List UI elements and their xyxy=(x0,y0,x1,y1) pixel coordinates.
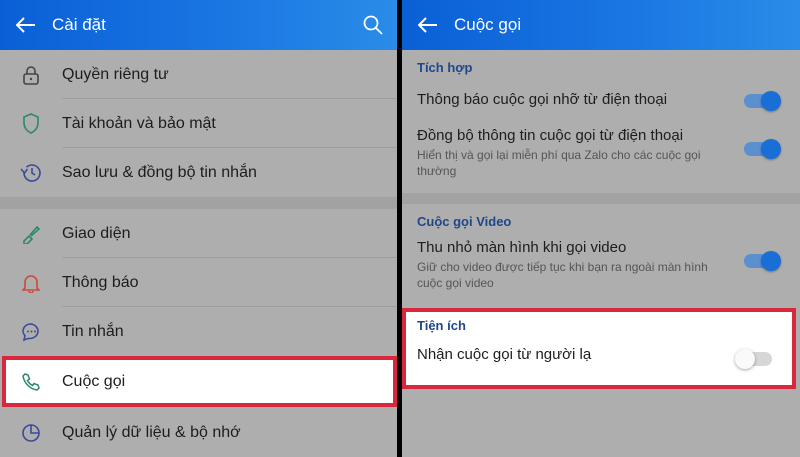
section-title: Cuộc gọi Video xyxy=(417,214,512,229)
setting-title: Đồng bộ thông tin cuộc gọi từ điện thoại xyxy=(417,127,684,144)
menu-item-appearance[interactable]: Giao diện xyxy=(0,209,397,258)
search-icon[interactable] xyxy=(349,0,397,50)
calls-settings-panel: Cuộc gọi Tích hợp Thông báo cuộc gọi nhỡ… xyxy=(402,0,800,457)
menu-item-backup-sync[interactable]: Sao lưu & đồng bộ tin nhắn xyxy=(0,148,397,197)
calls-appbar: Cuộc gọi xyxy=(402,0,800,50)
menu-item-data-storage[interactable]: Quản lý dữ liệu & bộ nhớ xyxy=(0,408,397,457)
setting-title: Nhận cuộc gọi từ người lạ xyxy=(417,346,592,363)
back-arrow-icon[interactable] xyxy=(0,0,52,50)
back-arrow-icon[interactable] xyxy=(402,0,454,50)
history-icon xyxy=(0,163,62,183)
menu-label: Sao lưu & đồng bộ tin nhắn xyxy=(62,163,257,181)
section-separator xyxy=(402,193,800,204)
section-title: Tích hợp xyxy=(417,60,473,75)
menu-item-calls[interactable]: Cuộc gọi xyxy=(0,356,397,408)
toggle-switch[interactable] xyxy=(735,349,772,369)
menu-item-account-security[interactable]: Tài khoản và bảo mật xyxy=(0,99,397,148)
group-separator xyxy=(0,197,397,209)
menu-item-notifications[interactable]: Thông báo xyxy=(0,258,397,307)
paintbrush-icon xyxy=(0,224,62,244)
toggle-switch[interactable] xyxy=(744,139,781,159)
menu-label: Tài khoản và bảo mật xyxy=(62,114,216,132)
settings-panel: Cài đặt Quyền riêng tư Tài khoản và bảo … xyxy=(0,0,397,457)
section-integration: Tích hợp Thông báo cuộc gọi nhỡ từ điện … xyxy=(402,50,800,193)
page-title: Cuộc gọi xyxy=(454,15,522,34)
setting-description: Hiển thị và gọi lại miễn phí qua Zalo ch… xyxy=(417,148,701,178)
toggle-knob xyxy=(761,251,781,271)
toggle-knob xyxy=(735,349,755,369)
menu-item-privacy[interactable]: Quyền riêng tư xyxy=(0,50,397,99)
section-utilities: Tiện ích Nhận cuộc gọi từ người lạ xyxy=(402,308,796,389)
menu-label: Thông báo xyxy=(62,273,139,291)
toggle-switch[interactable] xyxy=(744,251,781,271)
bell-icon xyxy=(0,273,62,293)
menu-label: Giao diện xyxy=(62,224,131,242)
setting-title: Thông báo cuộc gọi nhỡ từ điện thoại xyxy=(417,91,668,108)
section-title: Tiện ích xyxy=(417,318,466,333)
toggle-knob xyxy=(761,139,781,159)
setting-minimize-video: Thu nhỏ màn hình khi gọi video Giữ cho v… xyxy=(402,234,800,304)
pie-chart-icon xyxy=(0,423,62,443)
lock-icon xyxy=(0,65,62,85)
shield-icon xyxy=(0,113,62,134)
setting-sync-call-info: Đồng bộ thông tin cuộc gọi từ điện thoại… xyxy=(402,120,800,193)
chat-bubble-icon xyxy=(0,322,62,342)
menu-item-messages[interactable]: Tin nhắn xyxy=(0,307,397,356)
settings-appbar: Cài đặt xyxy=(0,0,397,50)
setting-description: Giữ cho video được tiếp tục khi bạn ra n… xyxy=(417,260,708,290)
toggle-knob xyxy=(761,91,781,111)
setting-missed-call-notify: Thông báo cuộc gọi nhỡ từ điện thoại xyxy=(402,80,800,120)
page-title: Cài đặt xyxy=(52,15,106,34)
menu-label: Quyền riêng tư xyxy=(62,65,169,83)
menu-label: Quản lý dữ liệu & bộ nhớ xyxy=(62,423,241,441)
phone-icon xyxy=(0,372,62,392)
toggle-switch[interactable] xyxy=(744,91,781,111)
setting-strangers-calls: Nhận cuộc gọi từ người lạ xyxy=(406,338,792,378)
setting-title: Thu nhỏ màn hình khi gọi video xyxy=(417,239,627,256)
menu-label: Tin nhắn xyxy=(62,322,124,340)
section-video-call: Cuộc gọi Video Thu nhỏ màn hình khi gọi … xyxy=(402,204,800,304)
menu-label: Cuộc gọi xyxy=(62,373,126,390)
